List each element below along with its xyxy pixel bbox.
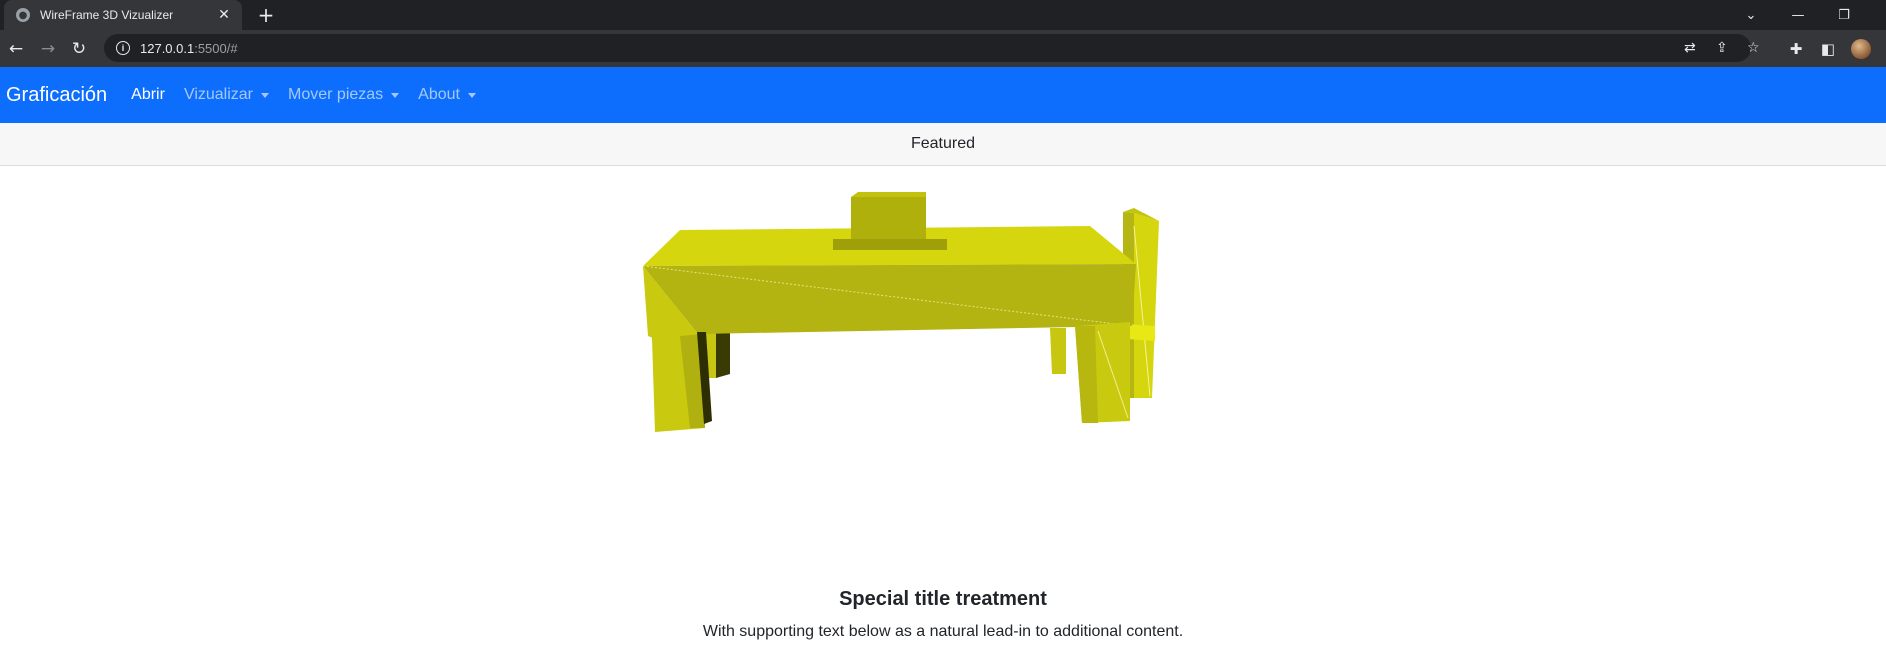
- desk-chair-model: [642, 192, 1159, 432]
- nav-item-label: About: [418, 86, 460, 103]
- nav-item-mover-piezas[interactable]: Mover piezas: [288, 86, 400, 104]
- object-box-front: [851, 197, 926, 239]
- browser-tab[interactable]: ● WireFrame 3D Vizualizer ✕: [4, 0, 242, 30]
- desk-leg-back-right: [1050, 328, 1066, 374]
- nav-item-about[interactable]: About: [418, 86, 476, 104]
- nav-item-abrir[interactable]: Abrir: [131, 86, 165, 104]
- desk-leg-front-right-inner: [1075, 326, 1098, 423]
- extensions-icon[interactable]: ✚: [1785, 38, 1807, 60]
- object-box-top: [851, 192, 926, 197]
- browser-toolbar: ← → ↻ i 127.0.0.1 :5500/# ⇄ ⇪ ☆ ✚ ◧: [0, 30, 1886, 67]
- reload-icon[interactable]: ↻: [66, 36, 92, 62]
- navbar-brand[interactable]: Graficación: [6, 84, 107, 107]
- profile-avatar[interactable]: [1851, 39, 1871, 59]
- caret-down-icon: [391, 92, 400, 98]
- caret-down-icon: [261, 92, 270, 98]
- desk-front-face: [643, 264, 1136, 334]
- address-bar[interactable]: i 127.0.0.1 :5500/# ⇄ ⇪ ☆: [104, 34, 1760, 62]
- nav-item-label: Vizualizar: [183, 86, 254, 103]
- translate-icon[interactable]: ⇄: [1684, 34, 1696, 62]
- chair-seat: [1127, 324, 1155, 341]
- minimize-icon[interactable]: —: [1775, 0, 1821, 30]
- nav-item-label: Mover piezas: [288, 86, 384, 103]
- sidepanel-icon[interactable]: ◧: [1817, 38, 1839, 60]
- url-host: 127.0.0.1: [140, 40, 195, 56]
- chair-back-front: [1134, 213, 1159, 398]
- restore-icon[interactable]: ❐: [1821, 0, 1867, 30]
- app-navbar: Graficación Abrir Vizualizar Mover pieza…: [0, 67, 1886, 123]
- 3d-canvas[interactable]: [0, 166, 1886, 566]
- nav-item-label: Abrir: [131, 86, 165, 103]
- globe-icon: ●: [16, 8, 30, 22]
- star-icon[interactable]: ☆: [1747, 34, 1760, 62]
- tab-strip: ● WireFrame 3D Vizualizer ✕ + ⌄ — ❐: [0, 0, 1886, 30]
- tab-title: WireFrame 3D Vizualizer: [40, 8, 174, 22]
- close-icon[interactable]: ✕: [216, 7, 232, 23]
- url-path: :5500/#: [194, 40, 238, 56]
- tab-search-icon[interactable]: ⌄: [1728, 0, 1774, 30]
- card-header: Featured: [0, 123, 1886, 166]
- desk-leg-back-left-shadow: [716, 332, 730, 378]
- nav-item-vizualizar[interactable]: Vizualizar: [183, 86, 270, 104]
- object-base: [833, 239, 947, 250]
- plus-icon[interactable]: +: [254, 3, 278, 27]
- card-title: Special title treatment: [839, 588, 1047, 610]
- caret-down-icon: [467, 92, 476, 98]
- back-icon[interactable]: ←: [3, 36, 29, 62]
- info-icon[interactable]: i: [116, 41, 130, 55]
- card-text: With supporting text below as a natural …: [702, 623, 1184, 640]
- share-icon[interactable]: ⇪: [1716, 34, 1728, 62]
- forward-icon[interactable]: →: [35, 36, 61, 62]
